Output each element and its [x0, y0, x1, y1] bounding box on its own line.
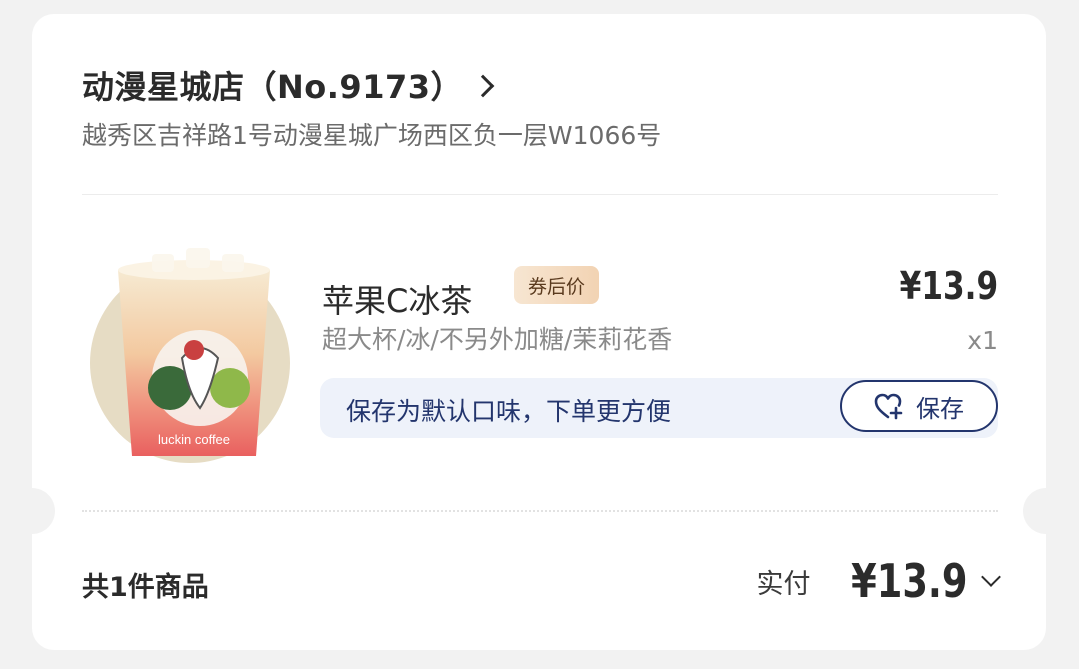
coupon-price-badge: 券后价	[514, 266, 600, 304]
product-quantity: x1	[967, 326, 998, 355]
mushroom-icon	[184, 340, 204, 360]
product-image: luckin coffee	[90, 238, 300, 468]
total-label: 实付	[756, 568, 811, 600]
dashed-divider	[82, 510, 998, 512]
cup-brand-text: luckin coffee	[158, 432, 230, 447]
save-button-label[interactable]: 保存	[916, 389, 964, 424]
product-price: ¥13.9	[899, 264, 998, 308]
store-header[interactable]: 动漫星城店（No.9173）	[82, 62, 495, 108]
heart-plus-icon[interactable]	[874, 392, 904, 420]
chevron-down-icon[interactable]	[981, 567, 1001, 587]
left-notch	[9, 488, 55, 534]
right-notch	[1023, 488, 1069, 534]
save-button[interactable]: 保存	[840, 380, 998, 432]
item-count: 共1件商品	[82, 572, 209, 603]
chevron-right-icon[interactable]	[471, 74, 495, 98]
total-summary[interactable]: 实付 ¥13.9	[756, 554, 1001, 608]
store-name[interactable]: 动漫星城店（No.9173）	[82, 62, 463, 108]
apple-icon	[210, 368, 250, 408]
save-preference-bar: 保存为默认口味，下单更方便 保存	[320, 378, 998, 438]
save-preference-text: 保存为默认口味，下单更方便	[346, 397, 672, 426]
product-spec: 超大杯/冰/不另外加糖/茉莉花香	[322, 325, 673, 354]
total-value: ¥13.9	[851, 554, 968, 608]
divider	[82, 194, 998, 195]
product-name: 苹果C冰茶	[322, 282, 473, 320]
order-card: 动漫星城店（No.9173） 越秀区吉祥路1号动漫星城广场西区负一层W1066号	[32, 14, 1046, 650]
store-address: 越秀区吉祥路1号动漫星城广场西区负一层W1066号	[82, 121, 662, 150]
